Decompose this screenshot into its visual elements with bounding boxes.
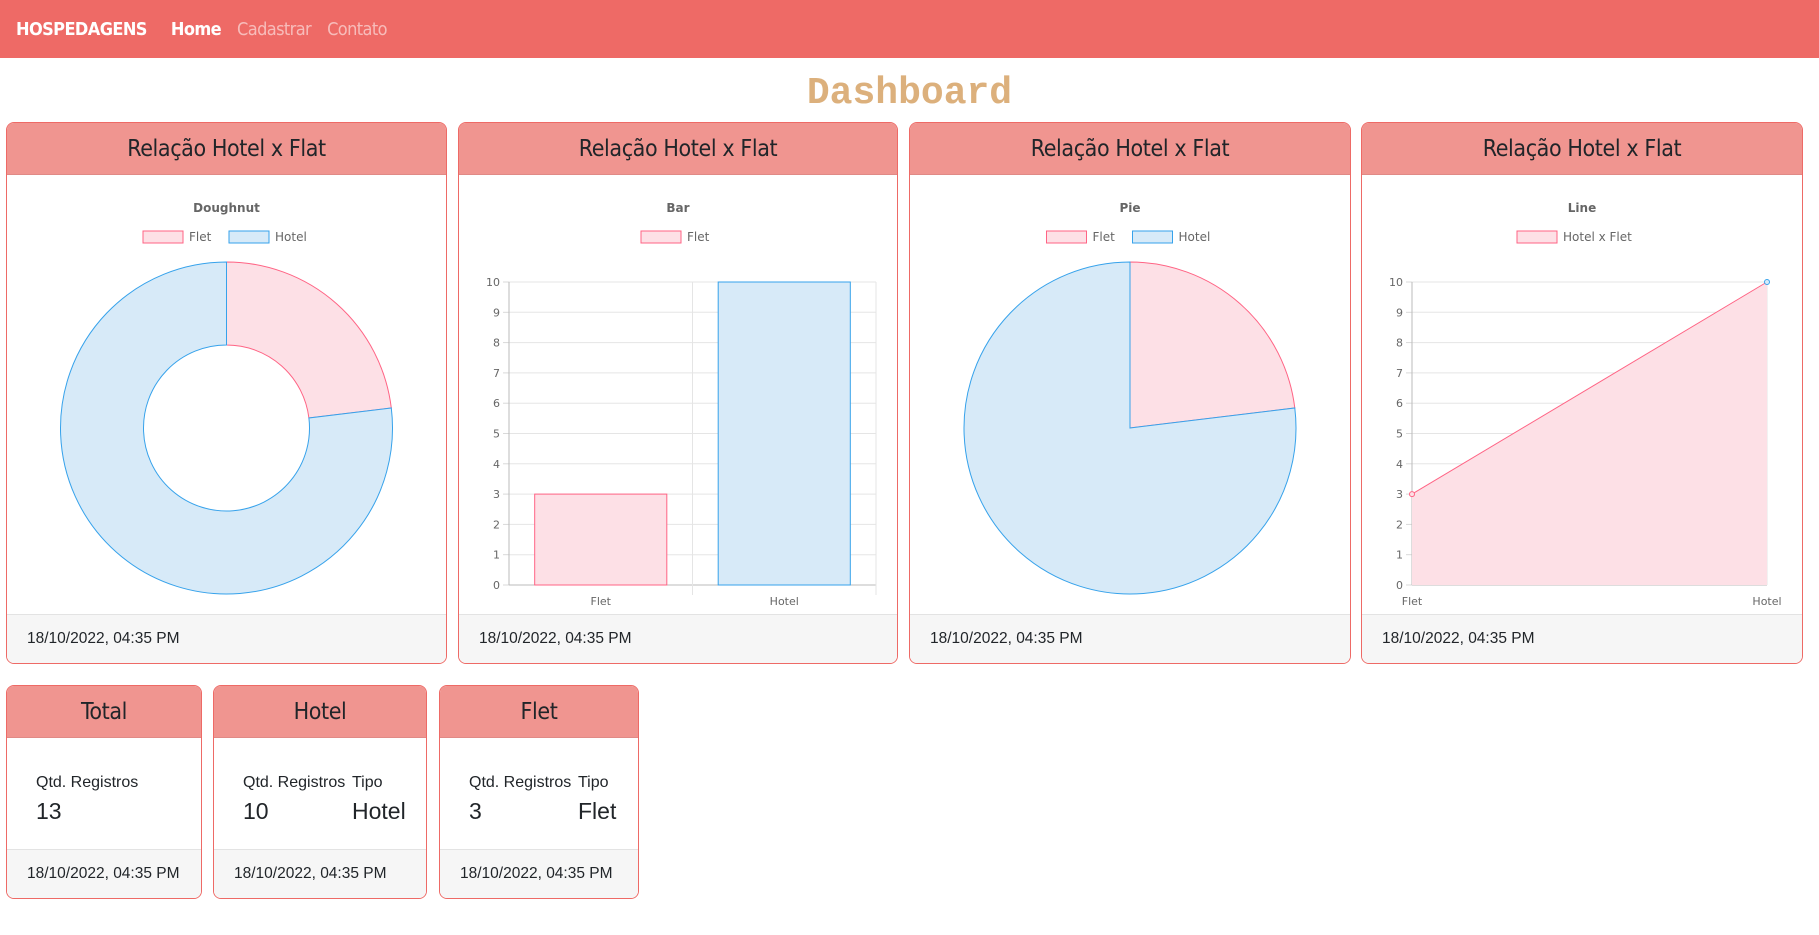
y-tick-label: 6 (1396, 397, 1403, 410)
bar-chart: Bar Flet 0 1 2 3 4 5 6 7 8 9 10 Flet Hotel (486, 201, 877, 608)
legend-label: Hotel (275, 230, 307, 244)
stat-label: Qtd. Registros (36, 774, 139, 791)
legend-swatch (142, 230, 184, 244)
top-navbar: HOSPEDAGENS Home Cadastrar Contato (0, 0, 1819, 58)
stat-label: Qtd. Registros (243, 774, 346, 791)
chart-title: Line (1568, 201, 1596, 215)
slice-flet (226, 261, 392, 419)
y-tick-label: 8 (1396, 337, 1403, 350)
y-tick-label: 9 (493, 306, 500, 319)
page-title: Dashboard (806, 72, 1013, 115)
y-tick-label: 8 (493, 337, 500, 350)
stat-body: Qtd. Registros 10 Tipo Hotel (214, 738, 426, 851)
line-chart: Line Hotel x Flet 0 1 2 3 4 5 6 7 8 9 10 Flet Hotel (1389, 201, 1782, 608)
x-tick-label: Flet (1402, 595, 1423, 608)
stat-column-type: Tipo Flet (578, 774, 616, 825)
stat-label: Qtd. Registros (469, 774, 572, 791)
card-header: Hotel (214, 686, 426, 738)
stat-column-count: Qtd. Registros 3 (469, 774, 571, 825)
bar-flet (534, 493, 668, 586)
stat-value: 10 (243, 798, 269, 824)
card-footer-timestamp: 18/10/2022, 04:35 PM (7, 614, 446, 663)
y-tick-label: 3 (1396, 488, 1403, 501)
card-footer-timestamp: 18/10/2022, 04:35 PM (1362, 614, 1802, 663)
y-tick-label: 6 (493, 397, 500, 410)
legend-swatch (640, 230, 682, 244)
legend-label: Flet (687, 230, 710, 244)
card-header: Relação Hotel x Flat (1362, 123, 1802, 175)
stat-column-type: Tipo Hotel (352, 774, 406, 825)
card-footer-timestamp: 18/10/2022, 04:35 PM (440, 849, 638, 898)
card-footer-timestamp: 18/10/2022, 04:35 PM (910, 614, 1350, 663)
chart-title: Pie (1119, 201, 1140, 215)
card-header: Relação Hotel x Flat (7, 123, 446, 175)
x-tick-label: Hotel (770, 595, 799, 608)
stat-value: Hotel (352, 798, 406, 824)
chart-card-line: Relação Hotel x Flat Line Hotel x Flet 0 1 2… (1361, 122, 1803, 664)
y-tick-label: 3 (493, 488, 500, 501)
y-tick-label: 0 (493, 579, 500, 592)
x-tick-label: Flet (591, 595, 612, 608)
stat-card-flet: Flet Qtd. Registros 3 Tipo Flet 18/10/20… (439, 685, 639, 899)
card-header: Relação Hotel x Flat (459, 123, 897, 175)
y-tick-label: 0 (1396, 579, 1403, 592)
pie-chart: Pie Flet Hotel (963, 201, 1297, 595)
y-tick-label: 9 (1396, 306, 1403, 319)
doughnut-chart: Doughnut Flet Hotel (60, 201, 393, 595)
stat-label: Tipo (578, 774, 609, 791)
stat-card-hotel: Hotel Qtd. Registros 10 Tipo Hotel 18/10… (213, 685, 427, 899)
stat-value: 3 (469, 798, 482, 824)
card-header: Relação Hotel x Flat (910, 123, 1350, 175)
nav-link-home[interactable]: Home (171, 19, 222, 40)
legend-swatch (1046, 230, 1087, 244)
stat-value: 13 (36, 798, 62, 824)
y-tick-label: 2 (493, 518, 500, 531)
brand-logo[interactable]: HOSPEDAGENS (16, 19, 147, 40)
chart-title: Doughnut (193, 201, 260, 215)
chart-card-doughnut: Relação Hotel x Flat Doughnut Flet Hotel 1… (6, 122, 447, 664)
stat-body: Qtd. Registros 13 (7, 738, 201, 851)
stat-card-total: Total Qtd. Registros 13 18/10/2022, 04:3… (6, 685, 202, 899)
legend-label: Hotel x Flet (1563, 230, 1632, 244)
x-tick-label: Hotel (1752, 595, 1781, 608)
y-tick-label: 1 (1396, 549, 1403, 562)
data-point-flet (1409, 491, 1415, 498)
y-tick-label: 10 (486, 276, 500, 289)
legend-swatch (1132, 230, 1173, 244)
y-tick-label: 5 (1396, 428, 1403, 441)
stat-label: Tipo (352, 774, 383, 791)
legend-swatch (228, 230, 270, 244)
card-footer-timestamp: 18/10/2022, 04:35 PM (7, 849, 201, 898)
card-header: Total (7, 686, 201, 738)
slice-flet (1129, 261, 1296, 429)
chart-title: Bar (666, 201, 689, 215)
y-tick-label: 5 (493, 428, 500, 441)
legend-swatch (1516, 230, 1558, 244)
stat-column-count: Qtd. Registros 13 (36, 774, 138, 825)
nav-link-cadastrar[interactable]: Cadastrar (237, 19, 312, 40)
y-tick-label: 4 (493, 458, 500, 471)
legend-label: Flet (189, 230, 212, 244)
stat-column-count: Qtd. Registros 10 (243, 774, 345, 825)
bar-hotel (717, 281, 851, 586)
y-tick-label: 7 (493, 367, 500, 380)
chart-card-bar: Relação Hotel x Flat Bar Flet 0 1 2 3 4 5 6 7 8 9 10… (458, 122, 898, 664)
card-footer-timestamp: 18/10/2022, 04:35 PM (459, 614, 897, 663)
stat-body: Qtd. Registros 3 Tipo Flet (440, 738, 638, 851)
y-tick-label: 4 (1396, 458, 1403, 471)
y-tick-label: 7 (1396, 367, 1403, 380)
card-header: Flet (440, 686, 638, 738)
y-tick-label: 2 (1396, 518, 1403, 531)
card-footer-timestamp: 18/10/2022, 04:35 PM (214, 849, 426, 898)
legend-label: Hotel (1179, 230, 1211, 244)
legend-label: Flet (1093, 230, 1116, 244)
y-tick-label: 10 (1389, 276, 1403, 289)
stat-value: Flet (578, 798, 617, 824)
chart-card-pie: Relação Hotel x Flat Pie Flet Hotel 18/10/… (909, 122, 1351, 664)
data-point-hotel (1764, 279, 1770, 285)
nav-link-contato[interactable]: Contato (327, 19, 387, 40)
y-tick-label: 1 (493, 549, 500, 562)
